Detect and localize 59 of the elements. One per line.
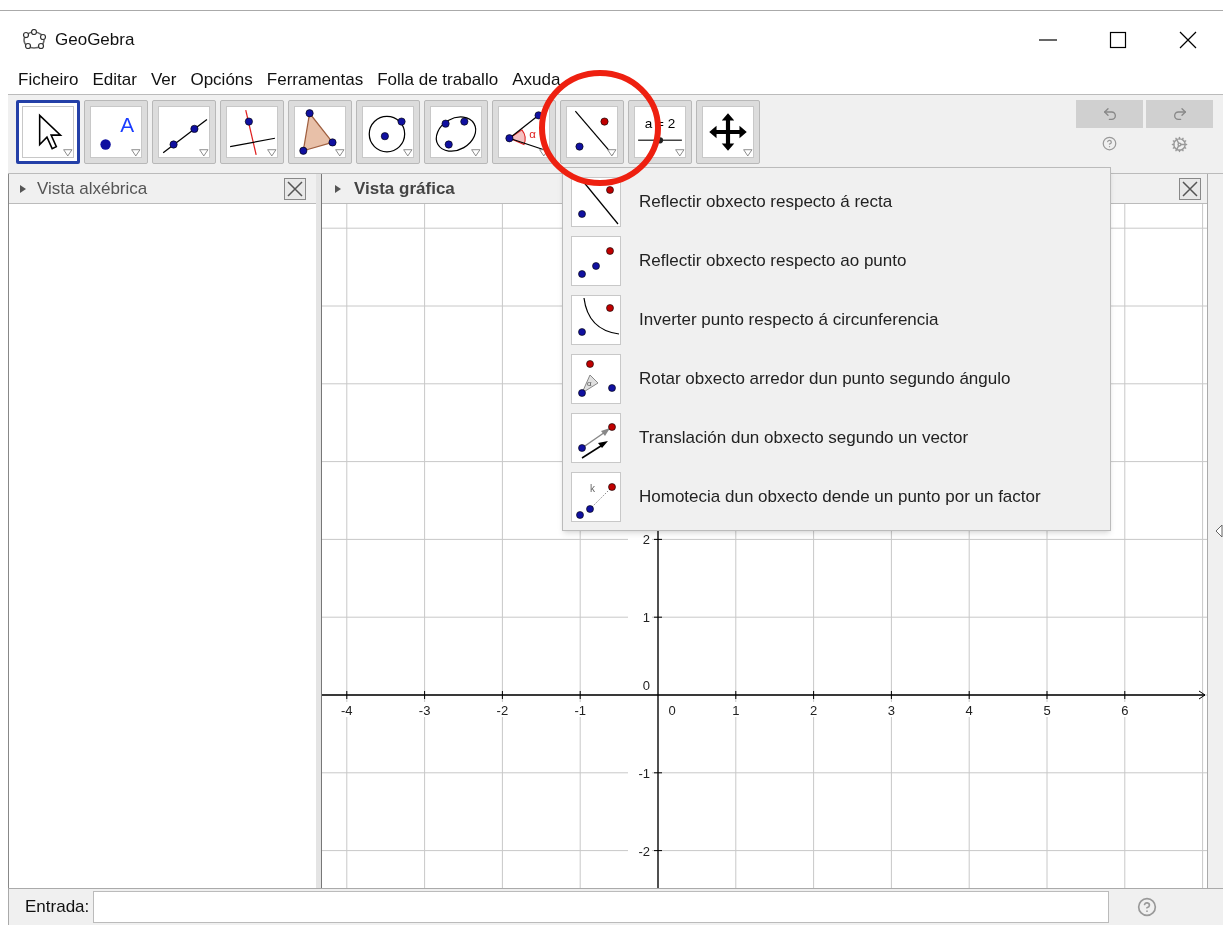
tool-button[interactable] xyxy=(16,100,80,164)
close-icon[interactable] xyxy=(284,177,306,200)
tool-menu-item[interactable]: Translación dun obxecto segundo un vector xyxy=(563,408,1110,467)
panel-title: Vista alxébrica xyxy=(37,177,148,200)
reflection-point-icon xyxy=(571,235,621,286)
app-logo-icon xyxy=(22,28,46,51)
collapse-triangle-icon[interactable] xyxy=(19,183,27,194)
tool-menu-item[interactable]: Reflectir obxecto respecto ao punto xyxy=(563,231,1110,290)
menu-item[interactable]: Editar xyxy=(92,68,137,92)
axis-tick-label: 0 xyxy=(642,678,650,693)
tool-button[interactable] xyxy=(288,100,352,164)
axis-tick-label: 4 xyxy=(965,703,973,718)
axis-tick-label: -3 xyxy=(418,703,431,718)
axis-tick-label: -1 xyxy=(574,703,586,718)
menu-item[interactable]: Folla de traballo xyxy=(377,68,499,92)
dilation-icon: k xyxy=(571,471,621,522)
rotation-icon: α xyxy=(571,353,621,404)
menu-item[interactable]: Ver xyxy=(150,68,177,92)
tool-button[interactable] xyxy=(424,100,488,164)
expand-triangle-icon[interactable] xyxy=(1215,524,1223,538)
axis-tick-label: 3 xyxy=(887,703,895,718)
tool-button[interactable]: A xyxy=(84,100,148,164)
tool-menu-item[interactable]: Inverter punto respecto á circunferencia xyxy=(563,290,1110,349)
vector-translation-icon xyxy=(571,412,621,463)
collapse-triangle-icon[interactable] xyxy=(334,183,342,194)
tool-button[interactable] xyxy=(696,100,760,164)
menu-item[interactable]: Ferramentas xyxy=(266,68,364,92)
axis-tick-label: 5 xyxy=(1043,703,1051,718)
input-label: Entrada: xyxy=(25,896,90,919)
arrow-cursor-icon xyxy=(22,106,74,158)
perpendicular-lines-icon xyxy=(226,106,278,158)
undo-icon xyxy=(1101,106,1118,122)
redo-icon xyxy=(1171,106,1188,122)
axis-tick-label: -1 xyxy=(638,765,650,781)
axis-tick-label: 1 xyxy=(732,703,740,718)
axis-tick-label: -2 xyxy=(496,703,509,718)
axis-tick-label: 0 xyxy=(668,703,676,718)
tool-menu-item[interactable]: k Homotecia dun obxecto dende un punto por un factor xyxy=(563,467,1110,526)
input-field[interactable] xyxy=(93,891,1110,923)
axis-tick-label: -4 xyxy=(341,703,353,718)
circle-inversion-icon xyxy=(571,294,621,345)
tool-menu-item[interactable]: α Rotar obxecto arredor dun punto segundo ángulo xyxy=(563,349,1110,408)
tool-button[interactable] xyxy=(356,100,420,164)
panel-title: Vista gráfica xyxy=(354,177,455,200)
axis-tick-label: 2 xyxy=(642,532,650,548)
window-title: GeoGebra xyxy=(55,28,135,51)
tool-button[interactable] xyxy=(560,100,624,164)
tool-button[interactable] xyxy=(152,100,216,164)
axis-tick-label: 2 xyxy=(810,703,818,718)
point-icon: A xyxy=(90,106,142,158)
menu-item[interactable]: Axuda xyxy=(512,68,561,92)
menu-item[interactable]: Opcións xyxy=(190,68,253,92)
axis-tick-label: 6 xyxy=(1121,703,1129,718)
menu-item[interactable]: Ficheiro xyxy=(18,68,79,92)
tool-button[interactable] xyxy=(220,100,284,164)
tool-button[interactable]: α xyxy=(492,100,556,164)
close-icon[interactable] xyxy=(1179,177,1201,200)
axis-tick-label: -2 xyxy=(638,843,650,859)
axis-tick-label: 1 xyxy=(642,610,650,626)
